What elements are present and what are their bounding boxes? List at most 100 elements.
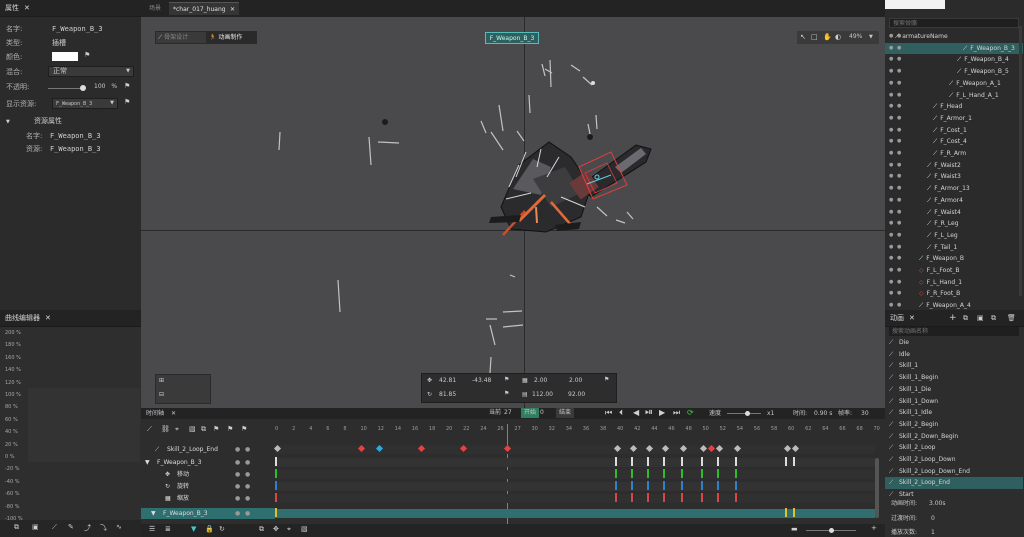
visibility-icon[interactable]: ●: [889, 101, 893, 113]
keyframe-bar[interactable]: [647, 493, 649, 502]
animation-item[interactable]: ⟋ Skill_1_Begin: [885, 372, 1023, 384]
keyframe-bar[interactable]: [785, 508, 787, 517]
zoom-in-icon[interactable]: +: [871, 524, 877, 532]
keyframe-bar[interactable]: [681, 493, 683, 502]
visibility-icon[interactable]: ●: [889, 148, 893, 160]
next-frame-icon[interactable]: ▶: [659, 408, 665, 417]
tree-item[interactable]: ● ● ⟋ F_R_Arm: [885, 148, 1023, 160]
timeline-track-row[interactable]: [275, 494, 875, 503]
zoom-out-icon[interactable]: ▬: [791, 525, 798, 533]
visibility-icon[interactable]: ●: [889, 183, 893, 195]
visibility-icon[interactable]: ●: [889, 78, 893, 90]
pen-icon[interactable]: ✎: [68, 523, 74, 531]
lock-icon[interactable]: ●: [245, 493, 250, 504]
tree-item[interactable]: ● ● ⟋ F_L_Leg: [885, 230, 1023, 242]
flag-icon[interactable]: ⚑: [124, 98, 130, 106]
keyframe-bar[interactable]: [275, 481, 277, 490]
close-icon[interactable]: ✕: [24, 4, 30, 12]
add-icon[interactable]: +: [949, 310, 957, 327]
keyframe-bar[interactable]: [647, 481, 649, 490]
keyframe-bar[interactable]: [663, 481, 665, 490]
visibility-icon[interactable]: ●: [889, 265, 893, 277]
visibility-icon[interactable]: ●: [889, 300, 893, 310]
visibility-icon[interactable]: ●: [889, 171, 893, 183]
tree-item[interactable]: ● ● ⟋ F_Cost_4: [885, 136, 1023, 148]
timeline-track-label[interactable]: ▼ F_Weapon_B_3 ● ●: [141, 508, 275, 519]
keyframe-bar[interactable]: [631, 493, 633, 502]
flag-icon[interactable]: ⚑: [124, 82, 130, 90]
keyframe-bar[interactable]: [701, 493, 703, 502]
lock-icon[interactable]: ●: [897, 125, 901, 137]
timeline-scrollbar[interactable]: [875, 458, 879, 518]
animation-item[interactable]: ⟋ Die: [885, 337, 1023, 349]
lock-icon[interactable]: ●: [897, 160, 901, 172]
copy-icon[interactable]: ⧉: [14, 523, 19, 532]
visibility-icon[interactable]: ●: [235, 444, 240, 455]
tree-item[interactable]: ● ● ⟋ F_Tail_1: [885, 242, 1023, 254]
animation-item[interactable]: ⟋ Skill_1_Die: [885, 384, 1023, 396]
chevron-down-icon[interactable]: ▼: [6, 117, 10, 128]
visibility-icon[interactable]: ●: [889, 66, 893, 78]
paste-icon[interactable]: ⧉: [991, 310, 996, 327]
image-icon[interactable]: ▧: [301, 525, 308, 533]
tree-item[interactable]: ● ● ⟋ F_Cost_1: [885, 125, 1023, 137]
tree-search-input[interactable]: [890, 19, 1018, 28]
keyframe-bar[interactable]: [631, 457, 633, 466]
line-icon[interactable]: ⟋: [52, 523, 57, 532]
link-icon[interactable]: ⛓: [161, 425, 170, 433]
lock-icon[interactable]: ●: [897, 54, 901, 66]
blend-select[interactable]: 正常 ▼: [48, 66, 134, 77]
close-icon[interactable]: ✕: [230, 3, 235, 16]
display-select[interactable]: F_Weapon_B_3 ▼: [52, 98, 118, 109]
transition-value[interactable]: 0: [931, 513, 935, 524]
keyframe-bar[interactable]: [701, 481, 703, 490]
close-icon[interactable]: ✕: [45, 314, 51, 322]
lock-icon[interactable]: ●: [897, 113, 901, 125]
visibility-icon[interactable]: ●: [235, 481, 240, 492]
lock-icon[interactable]: ●: [897, 90, 901, 102]
end-label[interactable]: 结束: [556, 408, 575, 418]
timeline-track-label[interactable]: ↻ 旋转 ● ●: [141, 481, 275, 492]
copy-icon[interactable]: ⧉: [201, 425, 206, 434]
visibility-icon[interactable]: ●: [235, 508, 240, 519]
list-icon[interactable]: ☰: [149, 525, 155, 533]
tree-item[interactable]: ● ● ◇ F_R_Foot_B: [885, 288, 1023, 300]
lock-icon[interactable]: ●: [897, 277, 901, 289]
lock-icon[interactable]: ●: [897, 230, 901, 242]
keyframe-bar[interactable]: [275, 508, 277, 517]
move-icon[interactable]: ✥: [165, 469, 170, 480]
timeline-track-label[interactable]: ✥ 移动 ● ●: [141, 469, 275, 480]
chevron-down-icon[interactable]: ▼: [151, 508, 156, 519]
close-icon[interactable]: ✕: [171, 408, 176, 419]
first-frame-icon[interactable]: ⏮: [605, 408, 612, 418]
tree-item[interactable]: ● ● ⟋ F_Armor_13: [885, 183, 1023, 195]
animation-item[interactable]: ⟋ Skill_1_Idle: [885, 407, 1023, 419]
keyframe-bar[interactable]: [631, 469, 633, 478]
lock-icon[interactable]: ●: [897, 148, 901, 160]
speed-slider-thumb[interactable]: [745, 411, 750, 416]
lock-icon[interactable]: ●: [245, 444, 250, 455]
current-frame[interactable]: 27: [501, 408, 515, 418]
lock-icon[interactable]: ●: [897, 265, 901, 277]
duration-value[interactable]: 3.00s: [929, 498, 946, 509]
animation-item[interactable]: ⟋ Skill_2_Loop: [885, 442, 1023, 454]
keyframe-bar[interactable]: [793, 508, 795, 517]
duplicate-icon[interactable]: ⧉: [963, 310, 968, 327]
size-w[interactable]: 112.00: [532, 391, 553, 398]
visibility-icon[interactable]: ●: [889, 277, 893, 289]
keyframe-bar[interactable]: [615, 469, 617, 478]
keyframe-bar[interactable]: [701, 457, 703, 466]
flag-icon[interactable]: ⚑: [504, 390, 509, 397]
play-icon[interactable]: ⏯: [645, 407, 653, 418]
lock-icon[interactable]: ●: [897, 207, 901, 219]
tree-item[interactable]: ● ● ⟋ F_R_Leg: [885, 218, 1023, 230]
timeline-track-label[interactable]: ▼ F_Weapon_B_3 ● ●: [141, 457, 275, 468]
visibility-icon[interactable]: ●: [235, 493, 240, 504]
timeline-track-label[interactable]: ▦ 缩放 ● ●: [141, 493, 275, 504]
animation-item[interactable]: ⟋ Skill_2_Loop_Down: [885, 454, 1023, 466]
chevron-down-icon[interactable]: ▼: [145, 457, 150, 468]
lock-icon[interactable]: ●: [245, 481, 250, 492]
keyframe-bar[interactable]: [615, 493, 617, 502]
tree-item[interactable]: ● ● ⟋ F_Weapon_A_1: [885, 78, 1023, 90]
visibility-icon[interactable]: ●: [889, 242, 893, 254]
